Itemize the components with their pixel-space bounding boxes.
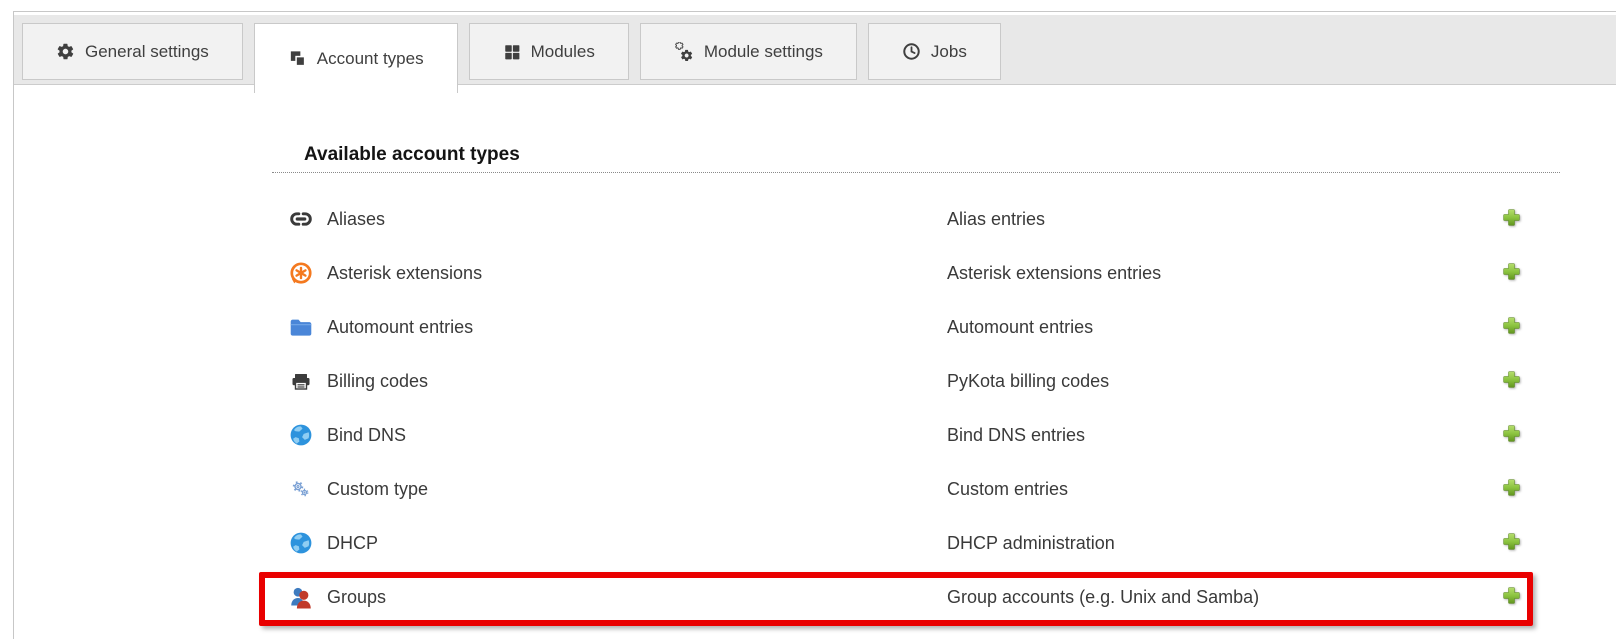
folder-icon: [288, 314, 314, 340]
account-type-row-custom: Custom type Custom entries: [288, 462, 1528, 516]
add-account-type-button[interactable]: [1500, 424, 1522, 446]
account-type-row-automount: Automount entries Automount entries: [288, 300, 1528, 354]
account-type-row-aliases: Aliases Alias entries: [288, 192, 1528, 246]
group-persons-icon: [288, 584, 314, 610]
account-type-description: Automount entries: [947, 317, 1500, 338]
add-plus-icon: [1501, 585, 1522, 609]
tab-module-settings[interactable]: Module settings: [640, 23, 857, 80]
add-plus-icon: [1501, 423, 1522, 447]
add-account-type-button[interactable]: [1500, 208, 1522, 230]
printer-icon: [288, 368, 314, 394]
account-type-name: Billing codes: [327, 371, 428, 392]
tab-label: Jobs: [931, 42, 967, 62]
account-type-row-asterisk: Asterisk extensions Asterisk extensions …: [288, 246, 1528, 300]
globe-icon: [288, 422, 314, 448]
account-type-description: DHCP administration: [947, 533, 1500, 554]
lam-configuration-page: General settings Account types Modules M…: [0, 0, 1616, 639]
account-type-name: Asterisk extensions: [327, 263, 482, 284]
add-account-type-button[interactable]: [1500, 478, 1522, 500]
tab-label: Module settings: [704, 42, 823, 62]
account-type-row-bind-dns: Bind DNS Bind DNS entries: [288, 408, 1528, 462]
gears-small-icon: [288, 476, 314, 502]
add-plus-icon: [1501, 207, 1522, 231]
add-plus-icon: [1501, 531, 1522, 555]
page-title: Available account types: [304, 144, 520, 166]
add-account-type-button[interactable]: [1500, 316, 1522, 338]
account-type-name: Bind DNS: [327, 425, 406, 446]
modules-grid-icon: [503, 43, 521, 61]
tab-general-settings[interactable]: General settings: [22, 23, 243, 80]
account-type-row-groups: Groups Group accounts (e.g. Unix and Sam…: [288, 570, 1528, 624]
account-type-description: Custom entries: [947, 479, 1500, 500]
tab-label: Modules: [531, 42, 595, 62]
tab-bar: General settings Account types Modules M…: [14, 15, 1616, 85]
tab-account-types[interactable]: Account types: [254, 23, 458, 93]
tab-label: General settings: [85, 42, 209, 62]
account-type-name: Aliases: [327, 209, 385, 230]
account-type-name: Automount entries: [327, 317, 473, 338]
add-plus-icon: [1501, 315, 1522, 339]
gear-icon: [56, 42, 75, 61]
section-divider: [272, 172, 1560, 173]
add-account-type-button[interactable]: [1500, 586, 1522, 608]
tab-jobs[interactable]: Jobs: [868, 23, 1001, 80]
asterisk-icon: [288, 260, 314, 286]
add-account-type-button[interactable]: [1500, 370, 1522, 392]
link-icon: [288, 206, 314, 232]
tab-modules[interactable]: Modules: [469, 23, 629, 80]
add-plus-icon: [1501, 369, 1522, 393]
account-types-layers-icon: [288, 49, 307, 68]
add-plus-icon: [1501, 477, 1522, 501]
clock-icon: [902, 42, 921, 61]
account-type-description: PyKota billing codes: [947, 371, 1500, 392]
globe-icon: [288, 530, 314, 556]
account-type-description: Bind DNS entries: [947, 425, 1500, 446]
module-settings-gears-icon: [674, 42, 694, 62]
account-types-list: Aliases Alias entries Asterisk extension…: [288, 192, 1528, 624]
account-type-row-billing: Billing codes PyKota billing codes: [288, 354, 1528, 408]
account-type-description: Group accounts (e.g. Unix and Samba): [947, 587, 1500, 608]
add-account-type-button[interactable]: [1500, 262, 1522, 284]
add-account-type-button[interactable]: [1500, 532, 1522, 554]
account-type-row-dhcp: DHCP DHCP administration: [288, 516, 1528, 570]
account-type-name: DHCP: [327, 533, 378, 554]
tab-label: Account types: [317, 49, 424, 69]
account-type-description: Asterisk extensions entries: [947, 263, 1500, 284]
account-type-name: Custom type: [327, 479, 428, 500]
account-type-name: Groups: [327, 587, 386, 608]
account-type-description: Alias entries: [947, 209, 1500, 230]
add-plus-icon: [1501, 261, 1522, 285]
